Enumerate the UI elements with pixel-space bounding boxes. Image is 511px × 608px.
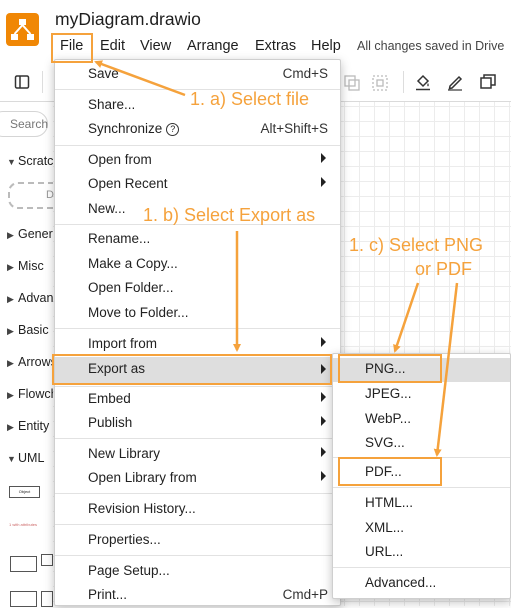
annotation-step-c-line2: or PDF <box>415 259 473 279</box>
annotation-arrow-a <box>94 60 186 97</box>
annotation-step-b: 1. b) Select Export as <box>143 205 316 225</box>
annotation-step-a: 1. a) Select file <box>190 89 310 109</box>
annotation-step-c-line1: 1. c) Select PNG <box>349 235 484 255</box>
annotation-arrow-c-png <box>393 282 420 353</box>
annotation-arrow-c-pdf <box>433 282 459 457</box>
